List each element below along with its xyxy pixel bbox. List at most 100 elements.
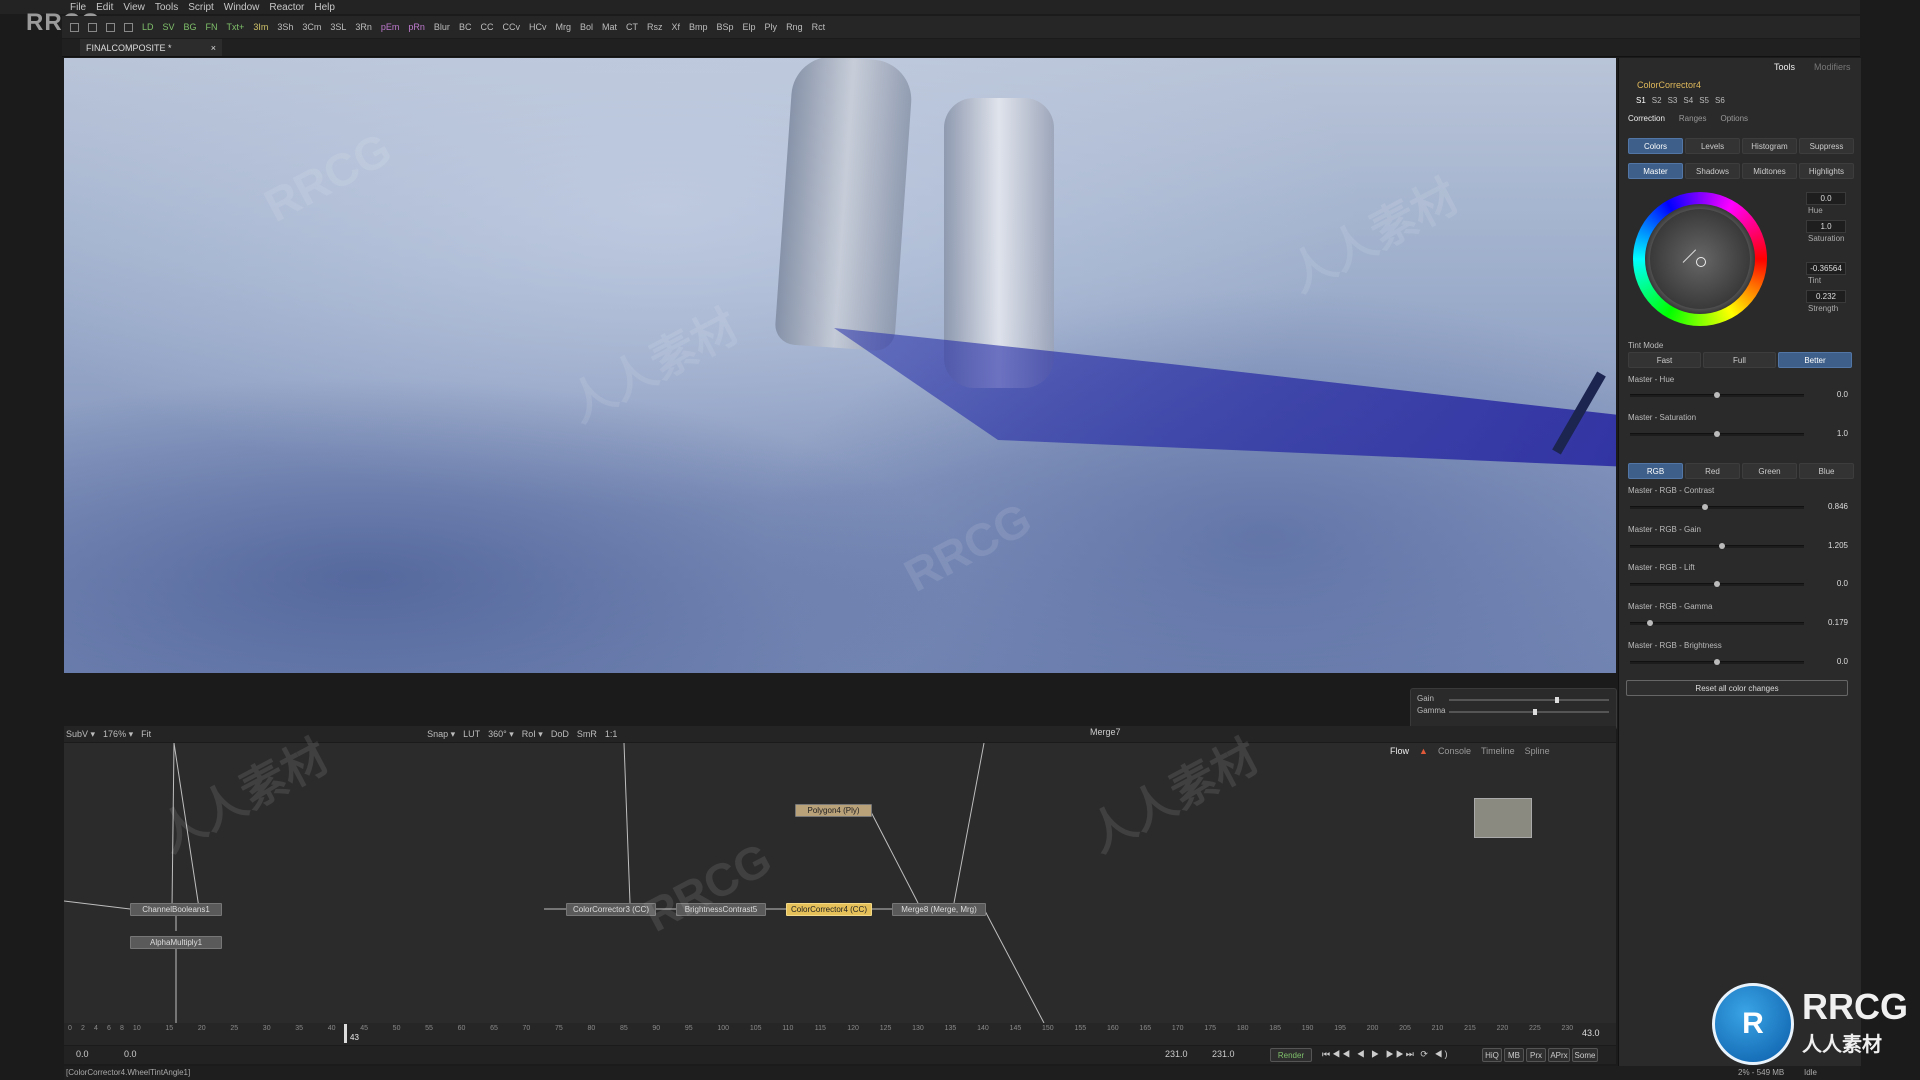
toolbar-button[interactable]: Rsz — [647, 22, 663, 32]
slider-value[interactable]: 0.0 — [1808, 657, 1848, 666]
saturation-field[interactable]: 1.0 — [1806, 220, 1846, 233]
tint-mode-better[interactable]: Better — [1778, 352, 1852, 368]
toolbar-button[interactable]: FN — [206, 22, 218, 32]
snap-dropdown[interactable]: Snap ▾ — [427, 729, 455, 740]
slider-knob[interactable] — [1719, 543, 1726, 549]
toolbar-button[interactable]: 3Cm — [302, 22, 321, 32]
tab-levels[interactable]: Levels — [1685, 138, 1740, 154]
smr-button[interactable]: SmR — [577, 729, 597, 739]
slider-value[interactable]: 0.846 — [1808, 502, 1848, 511]
slider-value[interactable]: 0.0 — [1808, 390, 1848, 399]
slider-track[interactable] — [1630, 543, 1804, 549]
toolbar-button[interactable]: BSp — [717, 22, 734, 32]
subview-dropdown[interactable]: SubV ▾ — [66, 729, 95, 740]
toolbar-button[interactable]: pRn — [408, 22, 425, 32]
node-flow-editor[interactable]: ChannelBooleans1 AlphaMultiply1 ColorCor… — [64, 743, 1616, 1023]
tab-highlights[interactable]: Highlights — [1799, 163, 1854, 179]
toolbar-button[interactable]: Bmp — [689, 22, 708, 32]
toolbar-button[interactable]: CC — [480, 22, 493, 32]
node-color-corrector4[interactable]: ColorCorrector4 (CC) — [786, 903, 872, 916]
tab-colors[interactable]: Colors — [1628, 138, 1683, 154]
view-360-dropdown[interactable]: 360° ▾ — [488, 729, 514, 740]
lut-button[interactable]: LUT — [463, 729, 480, 739]
toolbar-button[interactable]: Xf — [671, 22, 680, 32]
toolbar-button[interactable]: 3SL — [330, 22, 346, 32]
toolbar-button[interactable]: Elp — [743, 22, 756, 32]
flow-navigator[interactable] — [1474, 798, 1532, 838]
toolbar-button[interactable]: CCv — [502, 22, 520, 32]
gamma-slider[interactable] — [1449, 709, 1609, 715]
global-start-field[interactable]: 0.0 — [76, 1049, 89, 1059]
slider-knob[interactable] — [1714, 581, 1720, 587]
toolbar-button[interactable]: pEm — [381, 22, 400, 32]
node-brightness-contrast[interactable]: BrightnessContrast5 — [676, 903, 766, 916]
tab-flow[interactable]: Flow — [1390, 746, 1409, 756]
tab-shadows[interactable]: Shadows — [1685, 163, 1740, 179]
tab-suppress[interactable]: Suppress — [1799, 138, 1854, 154]
slider-track[interactable] — [1630, 431, 1804, 437]
toolbar-button[interactable]: Rng — [786, 22, 803, 32]
slider-knob[interactable] — [1714, 392, 1720, 398]
tab-correction[interactable]: Correction — [1628, 114, 1665, 123]
some-button[interactable]: Some — [1572, 1048, 1598, 1062]
toolbar-button[interactable]: HCv — [529, 22, 547, 32]
toolbar-button[interactable]: Bol — [580, 22, 593, 32]
slot-button[interactable]: S1 — [1636, 96, 1646, 105]
tab-console[interactable]: Console — [1438, 746, 1471, 756]
ratio-button[interactable]: 1:1 — [605, 729, 618, 739]
tool-title[interactable]: ColorCorrector4 — [1637, 80, 1701, 90]
slot-button[interactable]: S6 — [1715, 96, 1725, 105]
transport-controls-icon[interactable]: ⏮◀◀ ◀ ▶ ▶▶⏭ ⟳ ◀) — [1322, 1049, 1449, 1060]
slot-button[interactable]: S3 — [1668, 96, 1678, 105]
time-ruler[interactable]: 0 2 4 6 8 10 15 20 25 30 35 40 45 50 55 60 65 70 75 80 85 90 9… — [64, 1023, 1616, 1045]
toolbar-button[interactable]: LD — [142, 22, 154, 32]
mb-button[interactable]: MB — [1504, 1048, 1524, 1062]
toolbar-button[interactable]: 3Rn — [355, 22, 372, 32]
menu-script[interactable]: Script — [188, 2, 214, 13]
slider-knob[interactable] — [1714, 659, 1720, 665]
zoom-dropdown[interactable]: 176% ▾ — [103, 729, 133, 740]
hiq-button[interactable]: HiQ — [1482, 1048, 1502, 1062]
menu-tools[interactable]: Tools — [155, 2, 178, 13]
tab-rgb[interactable]: RGB — [1628, 463, 1683, 479]
tab-options[interactable]: Options — [1720, 114, 1748, 123]
tint-handle[interactable] — [1696, 257, 1706, 267]
toolbar-button[interactable]: 3Sh — [277, 22, 293, 32]
node-color-corrector3[interactable]: ColorCorrector3 (CC) — [566, 903, 656, 916]
slot-button[interactable]: S5 — [1699, 96, 1709, 105]
tint-field[interactable]: -0.36564 — [1806, 262, 1846, 275]
node-polygon[interactable]: Polygon4 (Ply) — [795, 804, 872, 817]
tab-blue[interactable]: Blue — [1799, 463, 1854, 479]
toolbar-button[interactable]: CT — [626, 22, 638, 32]
toolbar-button[interactable]: Rct — [812, 22, 826, 32]
toolbar-button[interactable]: Blur — [434, 22, 450, 32]
tab-midtones[interactable]: Midtones — [1742, 163, 1797, 179]
slider-knob[interactable] — [1714, 431, 1720, 437]
menu-view[interactable]: View — [123, 2, 145, 13]
toolbar-button[interactable]: SV — [163, 22, 175, 32]
current-frame[interactable]: 43.0 — [1582, 1028, 1600, 1038]
slot-button[interactable]: S2 — [1652, 96, 1662, 105]
strength-field[interactable]: 0.232 — [1806, 290, 1846, 303]
aprx-button[interactable]: APrx — [1548, 1048, 1570, 1062]
toolbar-button[interactable]: Ply — [765, 22, 778, 32]
render-start-field[interactable]: 0.0 — [124, 1049, 137, 1059]
toolbar-button[interactable]: 3Im — [253, 22, 268, 32]
dod-button[interactable]: DoD — [551, 729, 569, 739]
gain-slider[interactable] — [1449, 697, 1609, 703]
global-end-field[interactable]: 231.0 — [1212, 1049, 1235, 1059]
slot-button[interactable]: S4 — [1683, 96, 1693, 105]
slider-value[interactable]: 0.0 — [1808, 579, 1848, 588]
slider-track[interactable] — [1630, 504, 1804, 510]
hue-field[interactable]: 0.0 — [1806, 192, 1846, 205]
document-tab[interactable]: FINALCOMPOSITE * × — [80, 39, 222, 56]
close-icon[interactable]: × — [211, 43, 216, 53]
fit-button[interactable]: Fit — [141, 729, 151, 739]
node-channel-booleans[interactable]: ChannelBooleans1 — [130, 903, 222, 916]
slider-track[interactable] — [1630, 659, 1804, 665]
layout-icon[interactable] — [106, 22, 115, 32]
slider-knob[interactable] — [1646, 620, 1653, 626]
slider-value[interactable]: 1.0 — [1808, 429, 1848, 438]
toolbar-button[interactable]: Txt+ — [227, 22, 245, 32]
toolbar-button[interactable]: Mat — [602, 22, 617, 32]
